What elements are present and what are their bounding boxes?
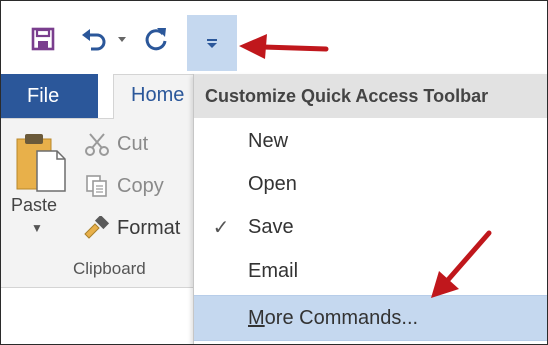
menu-item-more-commands[interactable]: More Commands... — [194, 295, 547, 341]
checkmark-icon: ✓ — [212, 216, 230, 239]
menu-item-open[interactable]: Open — [194, 163, 547, 205]
format-label: Format — [117, 216, 181, 239]
paste-icon[interactable] — [15, 131, 67, 198]
undo-icon — [82, 29, 106, 51]
customize-qat-menu: Customize Quick Access Toolbar New Open … — [193, 74, 547, 344]
menu-item-label: Save — [248, 215, 294, 238]
clipboard-group-label: Clipboard — [73, 259, 146, 278]
qat-repeat-button[interactable] — [139, 23, 173, 55]
word-window: File Home Paste ▼ Cut Copy Format Clipbo… — [0, 0, 548, 345]
menu-item-label: New — [248, 129, 289, 152]
tab-file[interactable]: File — [1, 74, 98, 118]
format-painter-icon — [81, 215, 113, 241]
repeat-icon — [145, 28, 167, 51]
cut-label: Cut — [117, 132, 149, 155]
undo-dropdown-chevron-icon[interactable] — [115, 26, 129, 52]
menu-item-save[interactable]: ✓ Save — [194, 206, 547, 248]
customize-dropdown-icon — [207, 39, 217, 48]
menu-header: Customize Quick Access Toolbar — [194, 74, 547, 118]
cut-button[interactable]: Cut — [81, 131, 148, 157]
menu-item-new[interactable]: New — [194, 120, 547, 162]
qat-undo-button[interactable] — [75, 23, 135, 55]
more-commands-label: More Commands... — [248, 307, 418, 330]
quick-access-toolbar — [1, 1, 547, 74]
tab-home[interactable]: Home — [113, 74, 203, 119]
menu-item-label: Open — [248, 172, 297, 195]
copy-icon — [81, 173, 113, 199]
copy-button[interactable]: Copy — [81, 173, 164, 199]
paste-button-label[interactable]: Paste — [11, 195, 57, 216]
paste-dropdown-chevron-icon[interactable]: ▼ — [31, 221, 43, 235]
more-commands-mnemonic: M — [248, 306, 265, 329]
customize-qat-button[interactable] — [187, 15, 237, 71]
save-icon — [31, 27, 55, 51]
copy-label: Copy — [117, 174, 164, 197]
scissors-icon — [81, 131, 113, 157]
format-painter-button[interactable]: Format — [81, 215, 180, 241]
menu-item-label: Email — [248, 259, 299, 282]
qat-save-button[interactable] — [25, 23, 61, 55]
menu-item-email[interactable]: Email — [194, 250, 547, 292]
more-commands-rest: ore Commands... — [264, 306, 419, 329]
